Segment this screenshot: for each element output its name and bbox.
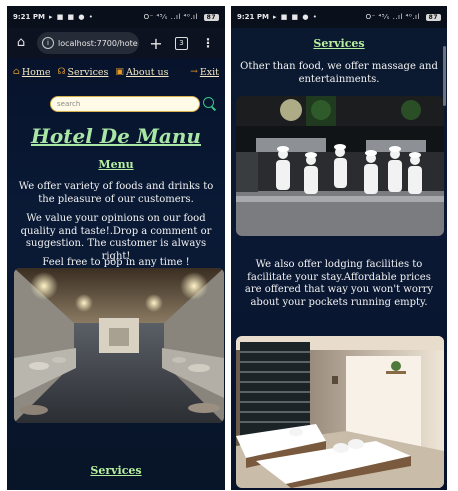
home-icon: ⌂ [13, 67, 20, 77]
arrow-right-icon: → [190, 67, 198, 77]
menu-paragraph-2: We value your opinions on our food quali… [20, 213, 212, 262]
top-nav: ⌂ Home ☊ Services ▣ About us → Exit [7, 63, 225, 81]
browser-menu-icon[interactable]: ⋮ [202, 36, 214, 50]
site-info-icon[interactable]: i [42, 37, 54, 49]
tab-switcher-button[interactable]: 3 [175, 36, 188, 50]
search-icon[interactable] [203, 97, 214, 108]
phone-screen-right: 9:21 PM ▸ ■ ■ ● • O⁻ ⁴⁵⁄ₛ ..ıl ⁴⁰.ıl 87 … [231, 6, 447, 490]
nav-services-label: Services [67, 66, 109, 78]
search-input[interactable] [50, 96, 200, 112]
status-time: 9:21 PM [13, 13, 45, 21]
scrollbar-thumb[interactable] [443, 46, 446, 106]
notification-icons: ▸ ■ ■ ● • [272, 13, 318, 21]
kitchen-illustration [14, 268, 224, 423]
services-paragraph-2: We also offer lodging facilities to faci… [244, 259, 434, 308]
address-bar[interactable]: i localhost:7700/hote [37, 32, 139, 54]
notification-icons: ▸ ■ ■ ● • [48, 13, 94, 21]
menu-heading: Menu [98, 158, 134, 171]
spa-room-illustration [236, 336, 444, 488]
hotel-title: Hotel De Manu [31, 124, 201, 148]
status-bar: 9:21 PM ▸ ■ ■ ● • O⁻ ⁴⁵⁄ₛ ..ıl ⁴⁰.ıl 87 [7, 6, 225, 28]
signal-icons: O⁻ ⁴⁵⁄ₛ ..ıl ⁴⁰.ıl [143, 13, 198, 21]
url-text: localhost:7700/hote [58, 38, 138, 48]
nav-services-link[interactable]: ☊ Services [58, 67, 109, 78]
kitchen-photo [14, 268, 224, 423]
chefs-photo [236, 96, 444, 236]
headset-icon: ☊ [57, 67, 66, 77]
battery-icon: 87 [203, 14, 219, 21]
status-bar: 9:21 PM ▸ ■ ■ ● • O⁻ ⁴⁵⁄ₛ ..ıl ⁴⁰.ıl 87 [231, 6, 447, 28]
browser-home-icon[interactable]: ⌂ [13, 35, 29, 51]
nav-home-link[interactable]: ⌂ Home [13, 67, 51, 78]
signal-icons: O⁻ ⁴⁵⁄ₛ ..ıl ⁴⁰.ıl [365, 13, 420, 21]
battery-icon: 87 [425, 14, 441, 21]
signal-indicators: O⁻ ⁴⁵⁄ₛ ..ıl ⁴⁰.ıl 87 [366, 13, 441, 21]
services-paragraph-1: Other than food, we offer massage and en… [240, 61, 438, 85]
services-heading-right: Services [313, 37, 365, 50]
spa-room-photo [236, 336, 444, 488]
menu-paragraph-1: We offer variety of foods and drinks to … [18, 181, 214, 205]
chefs-illustration [236, 96, 444, 236]
nav-exit-link[interactable]: → Exit [190, 67, 219, 78]
phone-screen-left: 9:21 PM ▸ ■ ■ ● • O⁻ ⁴⁵⁄ₛ ..ıl ⁴⁰.ıl 87 … [7, 6, 225, 490]
nav-exit-label: Exit [199, 66, 219, 78]
nav-about-label: About us [125, 66, 169, 78]
id-card-icon: ▣ [115, 67, 124, 77]
new-tab-icon[interactable]: + [149, 34, 163, 53]
nav-home-label: Home [21, 66, 51, 78]
browser-toolbar: ⌂ i localhost:7700/hote + 3 ⋮ [7, 28, 225, 58]
search-bar [50, 96, 220, 114]
signal-indicators: O⁻ ⁴⁵⁄ₛ ..ıl ⁴⁰.ıl 87 [144, 13, 219, 21]
services-heading-left: Services [90, 464, 142, 477]
status-time: 9:21 PM [237, 13, 269, 21]
nav-about-link[interactable]: ▣ About us [115, 67, 168, 78]
